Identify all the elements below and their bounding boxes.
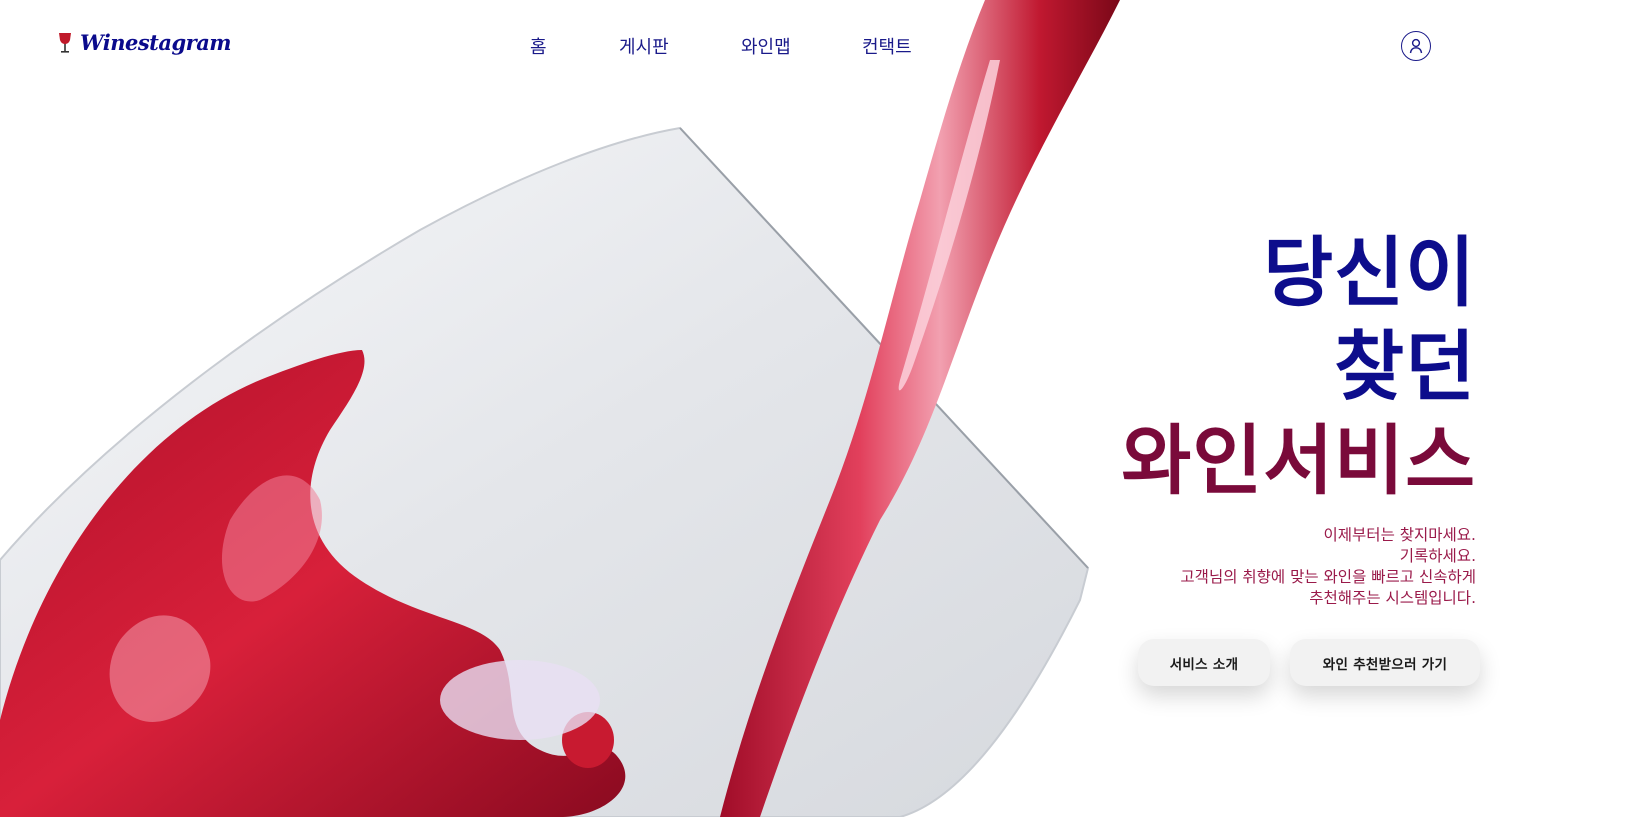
headline-line-2: 찾던 [1334, 322, 1476, 411]
headline-line-3: 와인서비스 [1121, 416, 1476, 505]
service-intro-button[interactable]: 서비스 소개 [1138, 639, 1270, 686]
nav-item-contact[interactable]: 컨택트 [862, 33, 912, 59]
wine-recommend-button[interactable]: 와인 추천받으러 가기 [1290, 639, 1480, 686]
glass-reflection-shape [440, 660, 600, 740]
main-nav: 홈 게시판 와인맵 컨택트 [0, 33, 1627, 59]
hero-headline: 당신이 찾던 와인서비스 [1121, 226, 1476, 508]
nav-item-board[interactable]: 게시판 [619, 33, 669, 59]
headline-line-1: 당신이 [1263, 228, 1476, 317]
description-line: 고객님의 취향에 맞는 와인을 빠르고 신속하게 [1180, 568, 1476, 586]
description-line: 추천해주는 시스템입니다. [1309, 589, 1476, 607]
user-icon [1409, 38, 1423, 54]
user-account-button[interactable] [1401, 31, 1431, 61]
hero-description: 이제부터는 찾지마세요. 기록하세요. 고객님의 취향에 맞는 와인을 빠르고 … [1180, 525, 1476, 609]
description-line: 기록하세요. [1399, 547, 1476, 565]
nav-item-wine-map[interactable]: 와인맵 [741, 33, 791, 59]
description-line: 이제부터는 찾지마세요. [1323, 526, 1476, 544]
nav-item-home[interactable]: 홈 [530, 33, 547, 59]
